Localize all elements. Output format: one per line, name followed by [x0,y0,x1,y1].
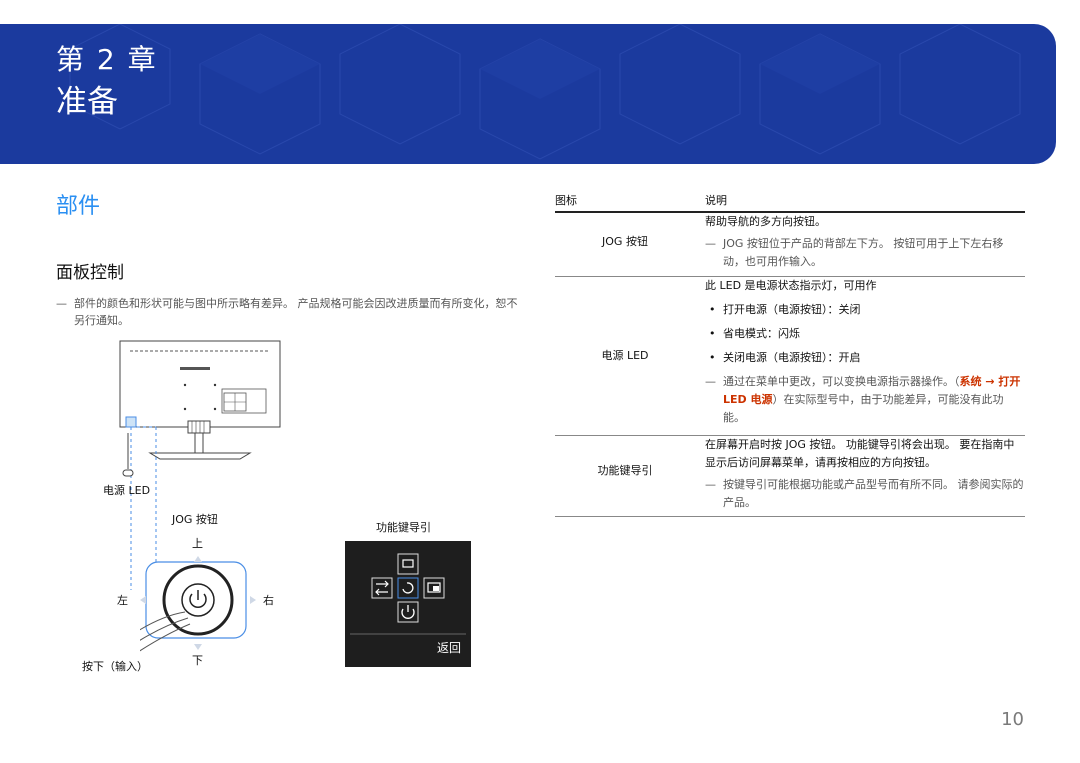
note-dash: — [56,297,67,310]
direction-left-label: 左 [117,594,128,607]
function-key-guide-label: 功能键导引 [376,521,431,534]
section-title: 部件 [56,194,101,219]
row-jog-button-desc: 帮助导航的多方向按钮。 — JOG 按钮位于产品的背部左下方。 按钮可用于上下左右… [705,213,1025,271]
page-number: 10 [1001,709,1024,730]
row-jog-button-name: JOG 按钮 [602,235,648,248]
subsection-title: 面板控制 [56,263,124,283]
note: — 部件的颜色和形状可能与图中所示略有差异。 产品规格可能会因改进质量而有所变化… [56,295,526,329]
chapter-banner: 第 2 章 准备 [0,24,1056,164]
row-power-led-main: 此 LED 是电源状态指示灯，可用作 [705,279,877,292]
row-function-key-guide-main: 在屏幕开启时按 JOG 按钮。 功能键导引将会出现。 要在指南中显示后访问屏幕菜… [705,438,1015,469]
table-bottom-rule [555,516,1025,517]
banner-cube-pattern [69,24,1021,160]
function-key-guide-panel: 返回 [345,541,471,667]
direction-up-label: 上 [192,537,203,550]
list-item: • 省电模式：闪烁 [709,327,800,340]
list-item: • 打开电源（电源按钮）：关闭 [709,303,861,316]
row-function-key-guide-desc: 在屏幕开启时按 JOG 按钮。 功能键导引将会出现。 要在指南中显示后访问屏幕菜… [705,436,1025,512]
row-jog-button-main: 帮助导航的多方向按钮。 [705,215,826,228]
note-text: 部件的颜色和形状可能与图中所示略有差异。 产品规格可能会因改进质量而有所变化，恕… [74,297,518,327]
jog-button-illustration [140,556,256,652]
list-item: • 关闭电源（电源按钮）：开启 [709,351,861,364]
row-power-led-desc: 此 LED 是电源状态指示灯，可用作 • 打开电源（电源按钮）：关闭 • 省电模式：… [705,277,1025,427]
row-function-key-guide-name: 功能键导引 [597,464,653,477]
row-jog-button-note-text: JOG 按钮位于产品的背部左下方。 按钮可用于上下左右移动，也可用作输入。 [723,237,1004,268]
row-power-led-name: 电源 LED [601,349,649,362]
function-key-icons [350,553,466,635]
table-header-icon: 图标 [555,194,577,207]
row-jog-button-note: — JOG 按钮位于产品的背部左下方。 按钮可用于上下左右移动，也可用作输入。 [705,237,1004,268]
jog-button-label: JOG 按钮 [172,513,218,526]
press-enter-label: 按下（输入） [82,660,148,673]
row-power-led-note: — 通过在菜单中更改，可以变换电源指示器操作。（系统 → 打开 LED 电源）在实… [705,375,1021,424]
chapter-title: 准备 [56,84,118,120]
row-function-key-guide-note: — 按键导引可能根据功能或产品型号而有所不同。 请参阅实际的产品。 [705,478,1024,509]
chapter-number: 第 2 章 [56,43,158,76]
return-label: 返回 [436,641,461,655]
power-led-label: 电源 LED [103,484,151,497]
table-header-description: 说明 [705,194,727,207]
